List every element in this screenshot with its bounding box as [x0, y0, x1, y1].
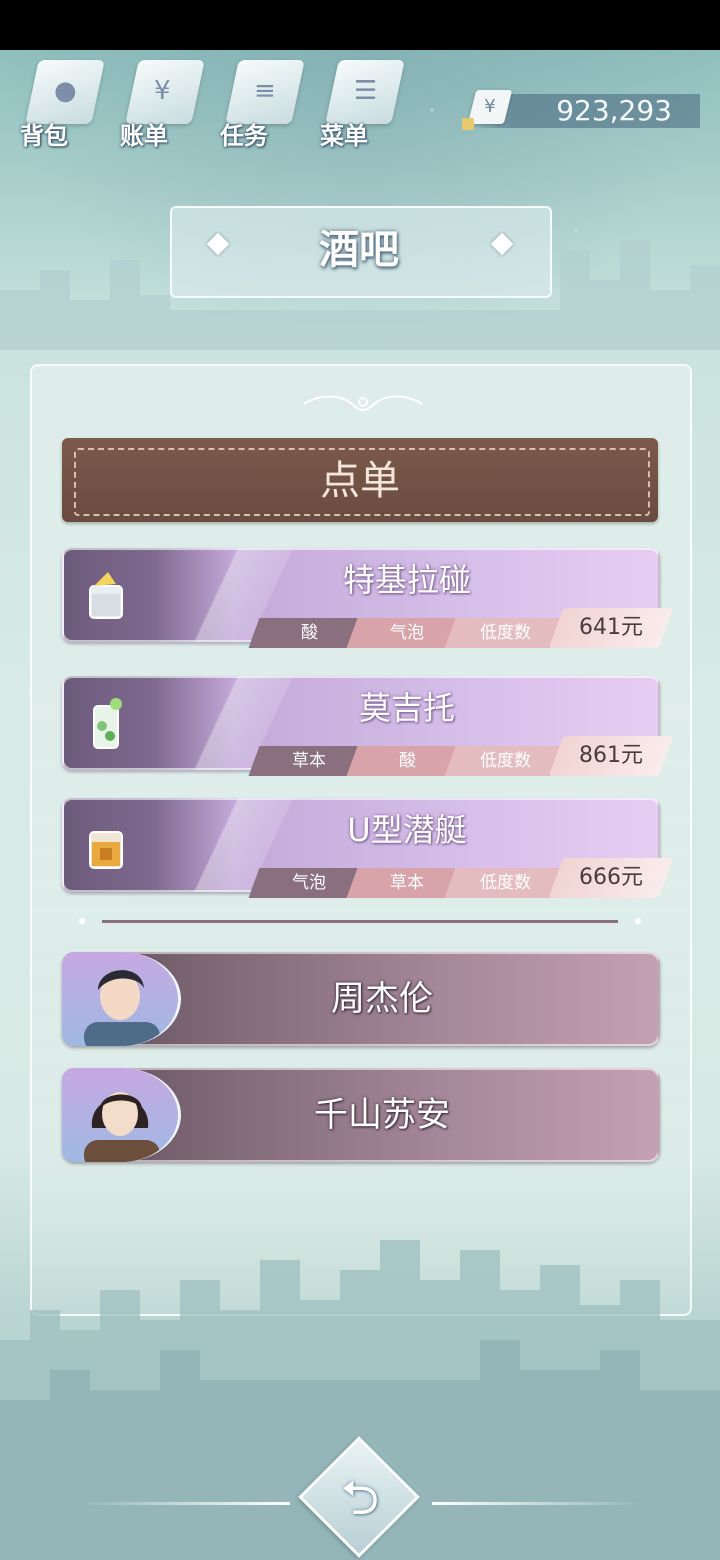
drink-price: 861元: [548, 736, 674, 776]
drink-item-mojito[interactable]: 莫吉托 草本 酸 低度数 861元: [62, 676, 674, 776]
tequila-glass-icon: [89, 572, 123, 619]
nav-task-label: 任务: [220, 122, 268, 150]
flourish-ornament: [303, 395, 423, 411]
character-name: 千山苏安: [314, 1095, 450, 1135]
drink-price: 666元: [548, 858, 674, 898]
bill-icon: ¥: [154, 76, 171, 106]
drink-price: 641元: [548, 608, 674, 648]
coin-icon: [462, 118, 474, 130]
section-divider: [79, 918, 641, 924]
u-boat-glass-icon: [89, 831, 123, 869]
drink-name: 莫吉托: [358, 689, 455, 727]
currency-amount: 923,293: [556, 94, 672, 127]
character-name: 周杰伦: [331, 979, 433, 1019]
character-avatar: [62, 952, 181, 1046]
drink-tag: 低度数: [444, 746, 566, 776]
drink-tag: 低度数: [444, 868, 566, 898]
location-title: 酒吧: [319, 227, 399, 273]
yen-icon: ¥: [467, 90, 513, 124]
nav-menu-button[interactable]: ☰ 菜单: [320, 58, 410, 158]
character-item-qianshan[interactable]: 千山苏安: [62, 1068, 660, 1162]
mojito-glass-icon: [93, 698, 122, 749]
character-item-zhou[interactable]: 周杰伦: [62, 952, 660, 1046]
nav-task-button[interactable]: ≡ 任务: [220, 58, 310, 158]
drink-name: U型潜艇: [347, 811, 467, 849]
nav-backpack-button[interactable]: ● 背包: [20, 58, 110, 158]
drink-item-u-boat[interactable]: U型潜艇 气泡 草本 低度数 666元: [62, 798, 674, 898]
character-avatar: [62, 1068, 181, 1162]
nav-backpack-label: 背包: [20, 122, 68, 150]
nav-bill-label: 账单: [120, 122, 168, 150]
drink-tag: 低度数: [444, 618, 566, 648]
backpack-icon: ●: [54, 76, 77, 106]
back-line-left: [80, 1502, 290, 1505]
drink-name: 特基拉碰: [342, 561, 471, 599]
back-arrow-icon: ⮌: [340, 1470, 380, 1526]
drink-item-tequila[interactable]: 特基拉碰 酸 气泡 低度数 641元: [62, 548, 674, 648]
nav-menu-label: 菜单: [320, 122, 368, 150]
nav-bill-button[interactable]: ¥ 账单: [120, 58, 210, 158]
back-line-right: [432, 1502, 642, 1505]
menu-icon: ☰: [354, 76, 378, 106]
task-icon: ≡: [254, 76, 276, 106]
order-title: 点单: [320, 458, 400, 504]
